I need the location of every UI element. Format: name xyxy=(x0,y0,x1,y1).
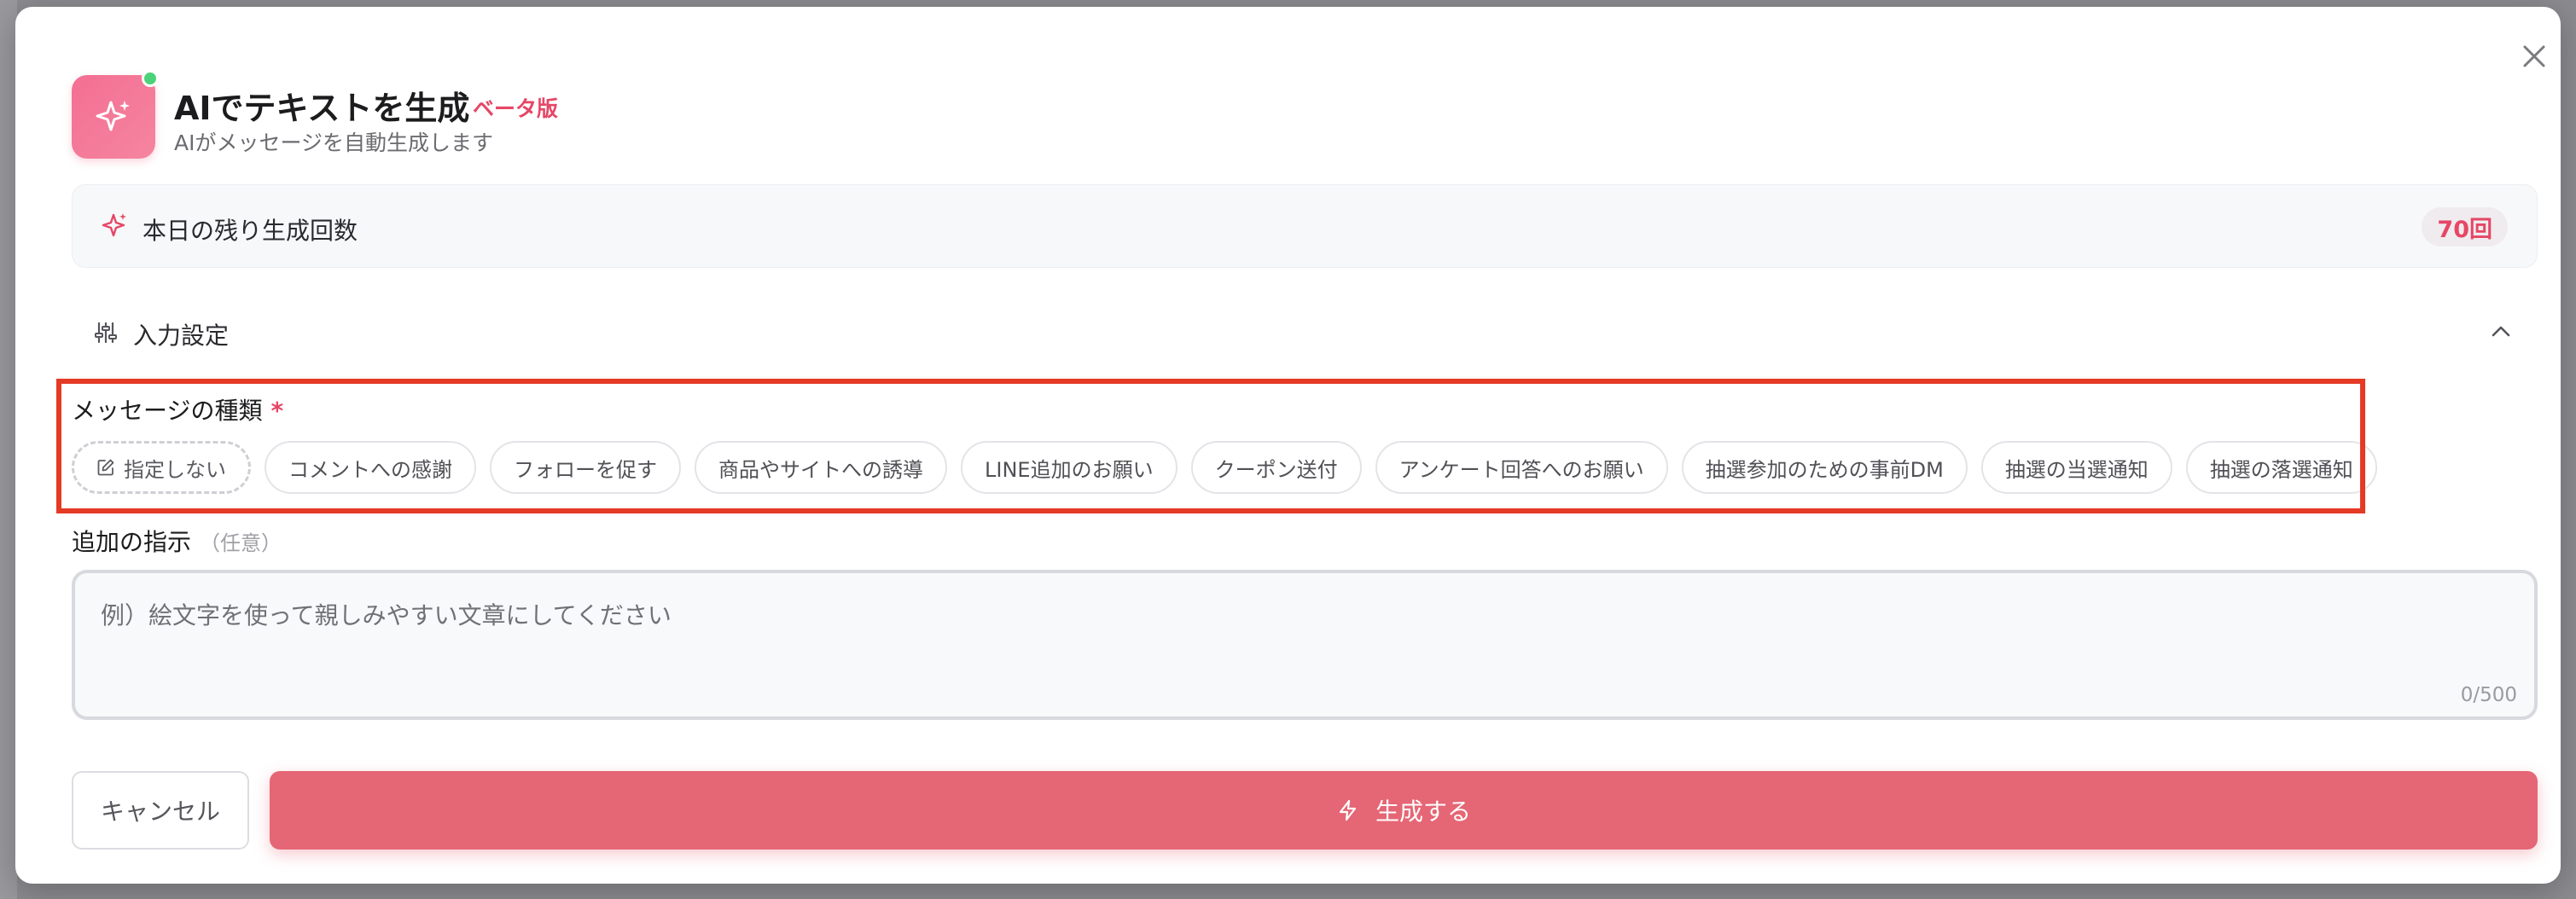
status-dot xyxy=(142,70,159,87)
sparkle-icon xyxy=(102,211,129,241)
message-type-options: 指定しない コメントへの感謝 フォローを促す 商品やサイトへの誘導 LINE追加… xyxy=(72,440,2377,495)
chip-lottery-pre-dm[interactable]: 抽選参加のための事前DM xyxy=(1681,441,1968,494)
edit-icon xyxy=(96,458,115,477)
cancel-button[interactable]: キャンセル xyxy=(72,771,249,850)
extra-instruction-label: 追加の指示 （任意） xyxy=(72,528,282,556)
background-page-edge xyxy=(0,0,17,899)
close-button[interactable] xyxy=(2515,38,2553,75)
chip-unspecified[interactable]: 指定しない xyxy=(72,441,251,494)
extra-instruction-field[interactable]: 例）絵文字を使って親しみやすい文章にしてください 0/500 xyxy=(72,570,2538,720)
message-type-label: メッセージの種類 * xyxy=(72,397,284,425)
remaining-quota-panel: 本日の残り生成回数 70回 xyxy=(72,184,2538,268)
extra-instruction-placeholder[interactable]: 例）絵文字を使って親しみやすい文章にしてください xyxy=(101,597,2404,631)
modal-subtitle: AIがメッセージを自動生成します xyxy=(174,130,493,155)
beta-badge: ベータ版 xyxy=(473,96,559,121)
chip-lottery-win-notice[interactable]: 抽選の当選通知 xyxy=(1980,441,2172,494)
generate-button[interactable]: 生成する xyxy=(270,771,2538,850)
ai-app-icon xyxy=(72,75,155,159)
modal-title: AIでテキストを生成 xyxy=(174,90,470,127)
chip-lottery-lose-notice[interactable]: 抽選の落選通知 xyxy=(2185,441,2377,494)
sparkles-icon xyxy=(96,101,130,131)
optional-tag: （任意） xyxy=(200,531,282,555)
chip-comment-thanks[interactable]: コメントへの感謝 xyxy=(265,441,476,494)
input-settings-toggle[interactable]: 入力設定 xyxy=(72,305,2538,357)
chip-coupon-send[interactable]: クーポン送付 xyxy=(1190,441,1362,494)
chevron-up-icon xyxy=(2490,321,2512,346)
close-icon xyxy=(2523,45,2545,67)
chip-follow-prompt[interactable]: フォローを促す xyxy=(490,441,681,494)
required-mark: * xyxy=(270,397,284,425)
chip-survey-request[interactable]: アンケート回答へのお願い xyxy=(1375,441,1668,494)
char-counter: 0/500 xyxy=(2460,684,2517,706)
lightning-icon xyxy=(1336,798,1360,822)
chip-line-add-request[interactable]: LINE追加のお願い xyxy=(961,441,1178,494)
chip-product-site-guide[interactable]: 商品やサイトへの誘導 xyxy=(695,441,947,494)
quota-count-badge: 70回 xyxy=(2422,207,2508,246)
quota-label: 本日の残り生成回数 xyxy=(142,217,358,245)
ai-text-generate-modal: AIでテキストを生成 ベータ版 AIがメッセージを自動生成します 本日の残り生成… xyxy=(15,7,2561,884)
sliders-icon xyxy=(94,321,118,348)
input-settings-label: 入力設定 xyxy=(133,322,230,350)
